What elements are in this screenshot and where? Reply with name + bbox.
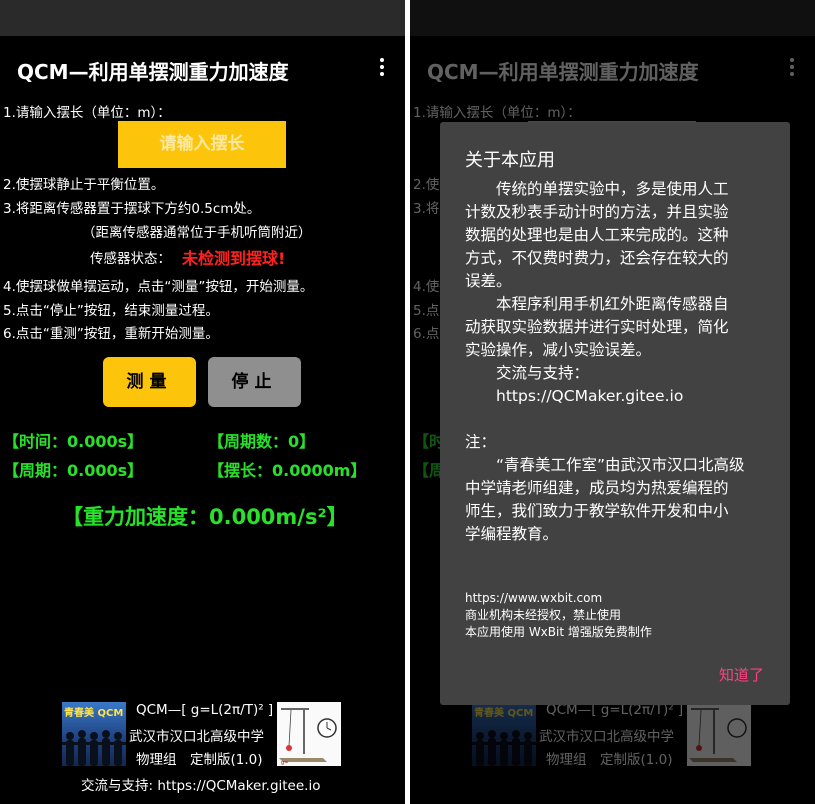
footer-group: 物理组 定制版(1.0) — [136, 752, 263, 768]
footer-school: 武汉市汉口北高级中学 — [129, 729, 264, 745]
dialog-body-line: 交流与支持： — [465, 364, 590, 382]
pendulum-icon: g= — [279, 708, 337, 766]
dialog-body-line: 误差。 — [465, 272, 512, 290]
step-6-text: 6.点击“重测”按钮，重新开始测量。 — [3, 326, 219, 342]
step-3-note: （距离传感器通常位于手机听筒附近） — [82, 225, 312, 241]
dialog-body: 传统的单摆实验中，多是使用人工 计数及秒表手动计时的方法，并且实验 数据的处理也… — [465, 178, 765, 546]
step-1-text: 1.请输入摆长（单位：m）： — [3, 105, 171, 121]
dialog-body-line: 师生，我们致力于教学软件开发和中小 — [465, 502, 729, 520]
footer-support[interactable]: 交流与支持: https://QCMaker.gitee.io — [81, 774, 320, 794]
status-bar — [0, 0, 405, 36]
sensor-status-label: 传感器状态： — [90, 251, 171, 267]
step-5-text: 5.点击“停止”按钮，结束测量过程。 — [3, 303, 219, 319]
step-4-text: 4.使摆球做单摆运动，点击“测量”按钮，开始测量。 — [3, 279, 314, 295]
wxbit-link[interactable]: https://www.wxbit.com — [465, 590, 652, 607]
people-silhouette-icon — [62, 730, 126, 766]
main-screen-with-dialog: QCM—利用单摆测重力加速度 1.请输入摆长（单位：m）： 请输入摆长 2.使摆… — [410, 0, 815, 804]
dialog-footer-line: 本应用使用 WxBit 增强版免费制作 — [465, 625, 652, 639]
dialog-body-line: 实验操作，减小实验误差。 — [465, 341, 652, 359]
pendulum-length-input[interactable]: 请输入摆长 — [118, 121, 286, 168]
cycles-reading: 【周期数：0】 — [208, 432, 316, 451]
pendulum-illustration: g= — [277, 702, 341, 766]
dialog-body-line: 本程序利用手机红外距离传感器自 — [465, 295, 729, 313]
time-reading: 【时间：0.000s】 — [3, 432, 144, 451]
step-2-text: 2.使摆球静止于平衡位置。 — [3, 177, 165, 193]
stop-button[interactable]: 停止 — [208, 357, 301, 407]
about-dialog: 关于本应用 传统的单摆实验中，多是使用人工 计数及秒表手动计时的方法，并且实验 … — [440, 122, 790, 705]
dialog-body-line — [465, 408, 765, 431]
dialog-body-line: 传统的单摆实验中，多是使用人工 — [465, 180, 729, 198]
sensor-status-value: 未检测到摆球! — [182, 249, 286, 268]
dialog-ok-button[interactable]: 知道了 — [719, 664, 764, 685]
dialog-footer-notes: https://www.wxbit.com 商业机构未经授权，禁止使用 本应用使… — [465, 590, 652, 641]
dialog-body-line: 计数及秒表手动计时的方法，并且实验 — [465, 203, 729, 221]
footer-formula: QCM—[ g=L(2π/T)² ] — [136, 702, 274, 718]
length-reading: 【摆长：0.0000m】 — [208, 461, 367, 480]
qcm-logo: 青春美 QCM — [62, 702, 126, 766]
main-content: 1.请输入摆长（单位：m）： 请输入摆长 2.使摆球静止于平衡位置。 3.将距离… — [0, 98, 405, 804]
measure-button[interactable]: 测量 — [103, 357, 196, 407]
gravity-reading: 【重力加速度：0.000m/s²】 — [62, 505, 348, 529]
dialog-body-line: 动获取实验数据并进行实时处理，简化 — [465, 318, 729, 336]
dialog-body-line: “青春美工作室”由武汉市汉口北高级 — [465, 456, 745, 474]
dialog-body-line: 中学靖老师组建，成员均为热爱编程的 — [465, 479, 729, 497]
period-reading: 【周期：0.000s】 — [3, 461, 144, 480]
dialog-body-line: 学编程教育。 — [465, 525, 559, 543]
main-screen: QCM—利用单摆测重力加速度 1.请输入摆长（单位：m）： 请输入摆长 2.使摆… — [0, 0, 405, 804]
app-title: QCM—利用单摆测重力加速度 — [17, 60, 289, 84]
logo-text: 青春美 QCM — [64, 708, 124, 719]
dialog-body-line: 数据的处理也是由人工来完成的。这种 — [465, 226, 729, 244]
step-3-text: 3.将距离传感器置于摆球下方约0.5cm处。 — [3, 201, 261, 217]
svg-text:g=: g= — [281, 760, 288, 766]
dialog-title: 关于本应用 — [465, 150, 555, 171]
dialog-footer-line: 商业机构未经授权，禁止使用 — [465, 608, 622, 622]
dialog-note-label: 注： — [465, 433, 497, 451]
app-bar: QCM—利用单摆测重力加速度 — [0, 36, 405, 98]
dialog-body-line: 方式，不仅费时费力，还会存在较大的 — [465, 249, 729, 267]
dialog-support-link[interactable]: https://QCMaker.gitee.io — [465, 385, 765, 408]
overflow-menu-icon[interactable] — [379, 58, 385, 76]
